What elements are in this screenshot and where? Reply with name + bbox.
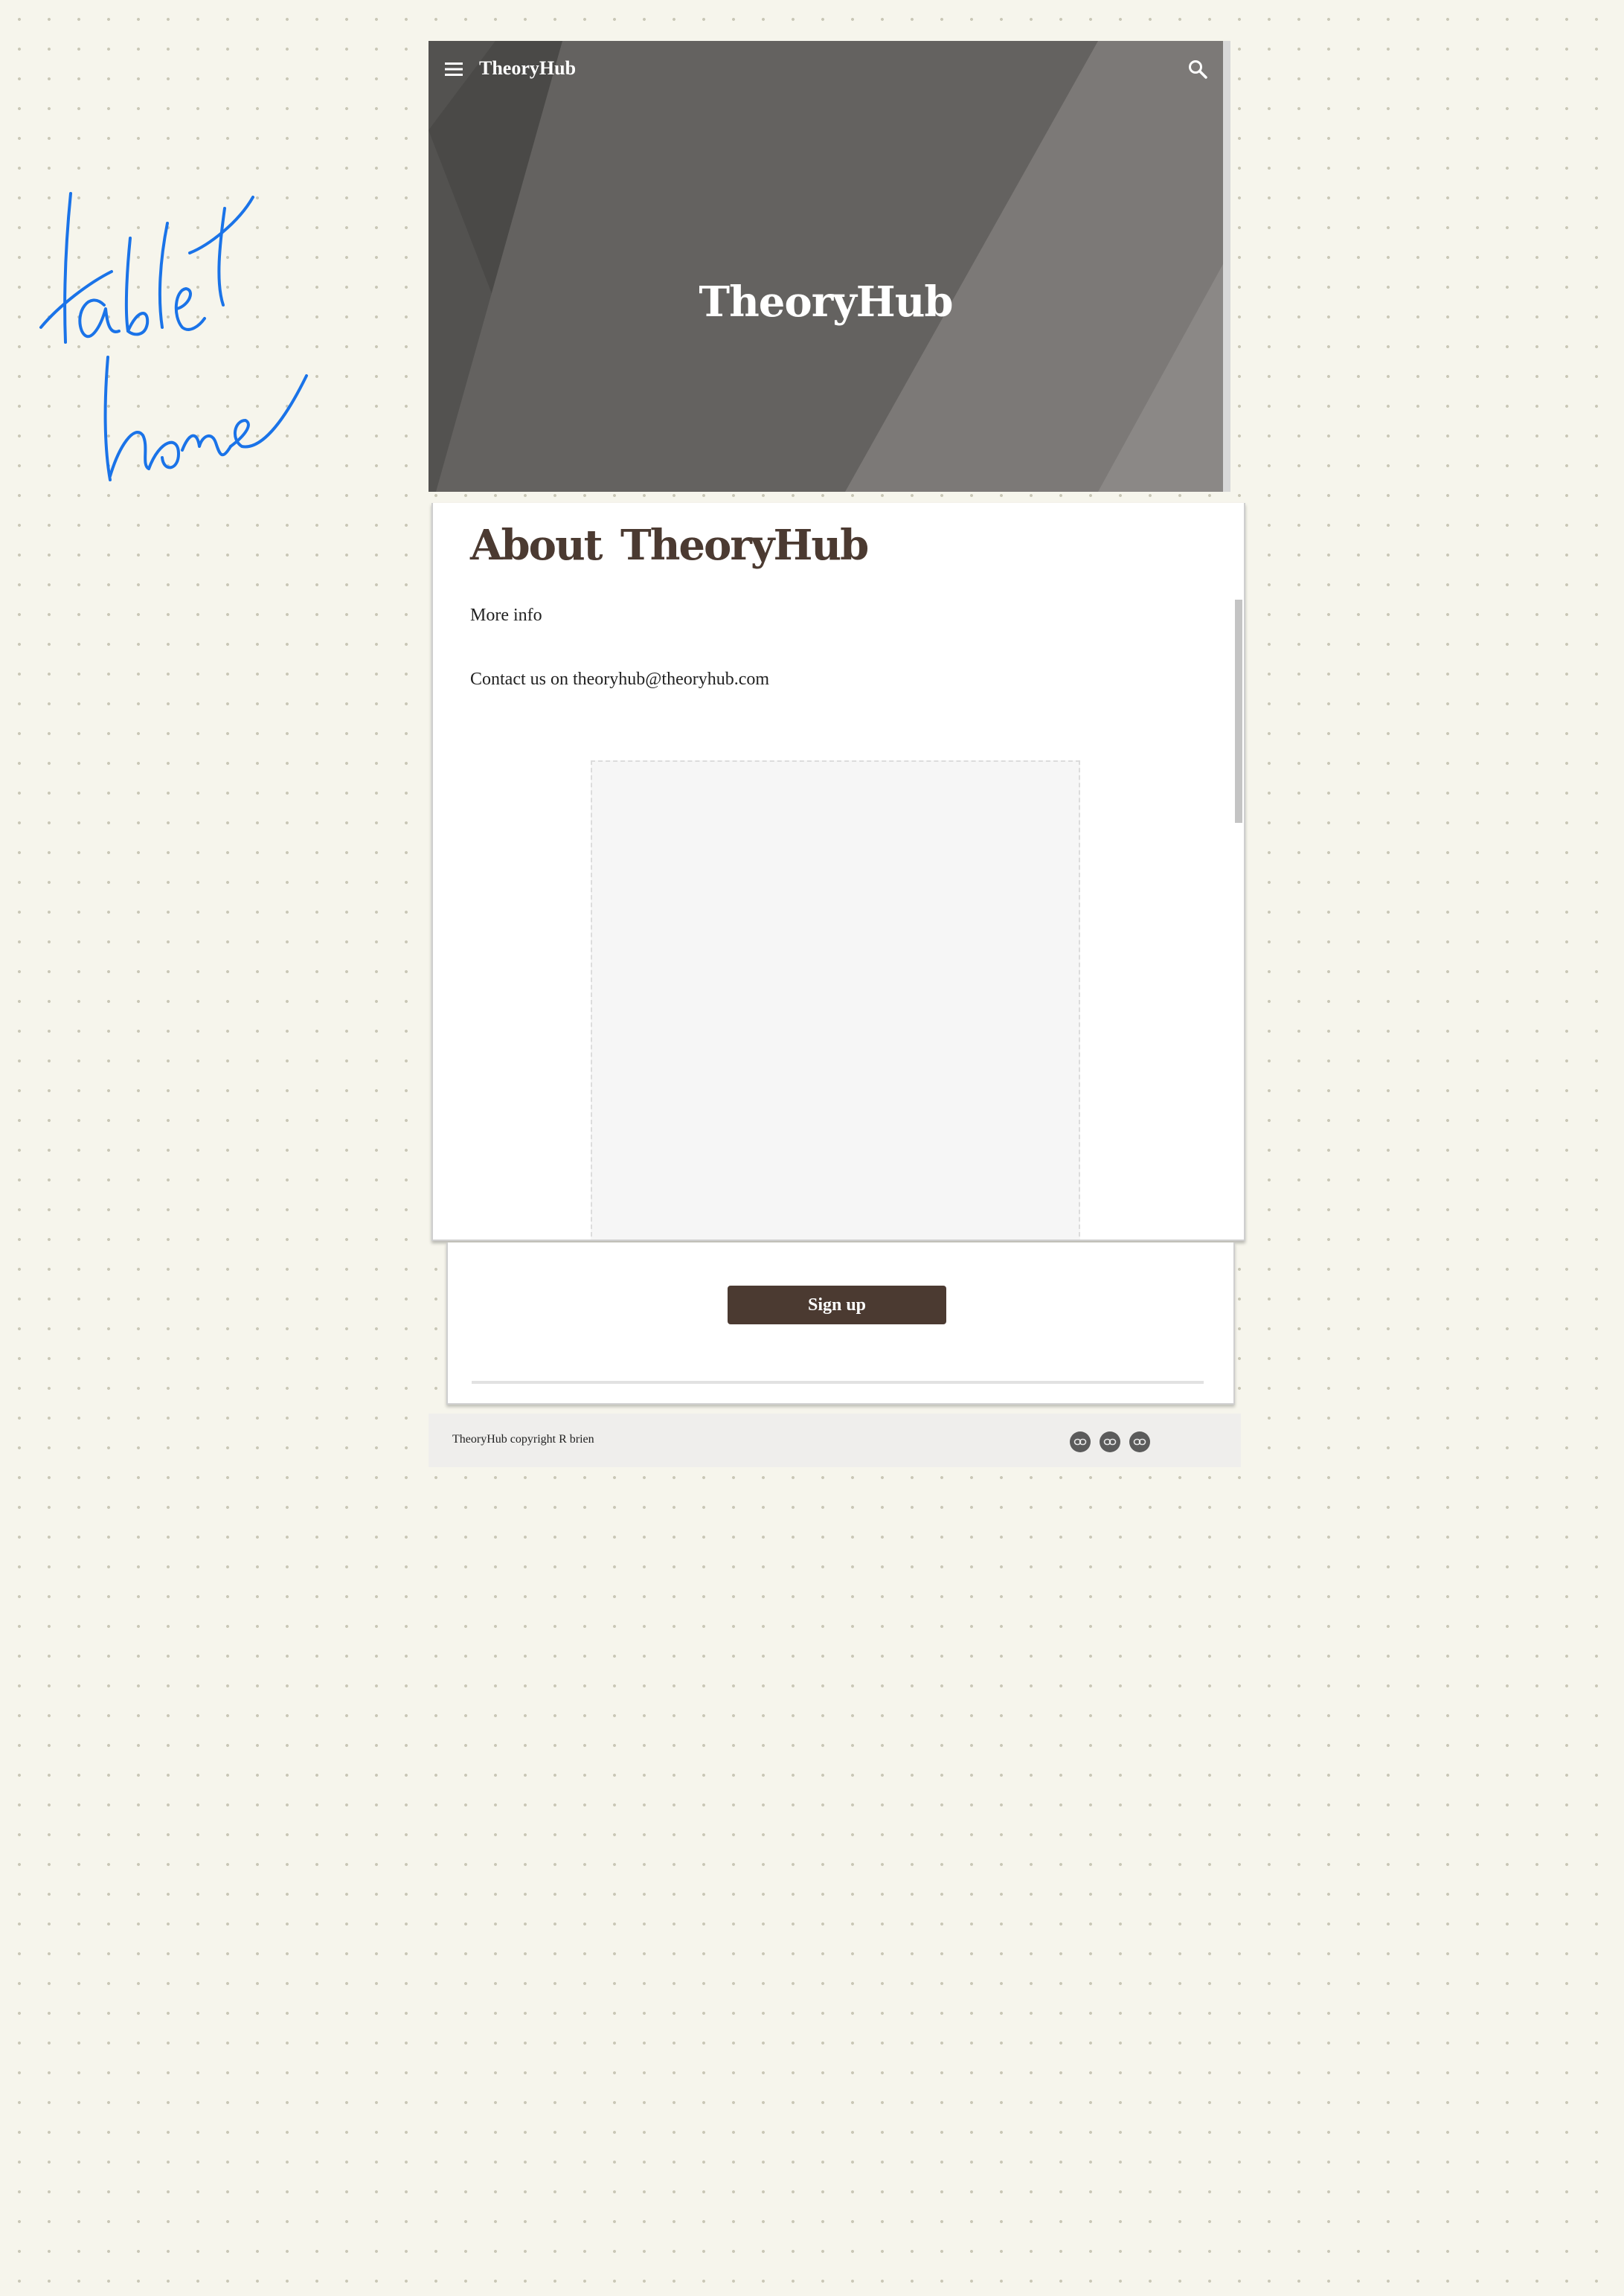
signup-button[interactable]: Sign up [728, 1286, 946, 1324]
copyright-text: TheoryHub copyright R brien [452, 1433, 594, 1446]
social-link-button[interactable] [1129, 1431, 1150, 1452]
signup-section: Sign up [446, 1242, 1235, 1405]
footer: TheoryHub copyright R brien [429, 1414, 1241, 1467]
about-section: About TheoryHub More info Contact us on … [431, 503, 1245, 1241]
site-brand[interactable]: TheoryHub [479, 57, 576, 80]
social-link-button[interactable] [1070, 1431, 1091, 1452]
search-icon[interactable] [1187, 59, 1208, 80]
contact-text: Contact us on theoryhub@theoryhub.com [470, 670, 770, 689]
social-link-button[interactable] [1100, 1431, 1120, 1452]
hero-frame: TheoryHub TheoryHub [429, 41, 1230, 492]
menu-icon[interactable] [443, 60, 464, 78]
link-icon [1133, 1438, 1146, 1446]
handwritten-annotation [39, 192, 308, 481]
divider [472, 1381, 1204, 1384]
more-info-text: More info [470, 606, 542, 625]
top-app-bar: TheoryHub [429, 41, 1223, 97]
hero-title: TheoryHub [699, 278, 953, 327]
page-title: About TheoryHub [470, 521, 869, 570]
scrollbar-thumb[interactable] [1235, 600, 1242, 823]
link-icon [1073, 1438, 1087, 1446]
scrollbar-thumb[interactable] [1223, 41, 1230, 264]
hero-background [429, 41, 1223, 492]
embed-placeholder [591, 760, 1080, 1240]
link-icon [1103, 1438, 1117, 1446]
